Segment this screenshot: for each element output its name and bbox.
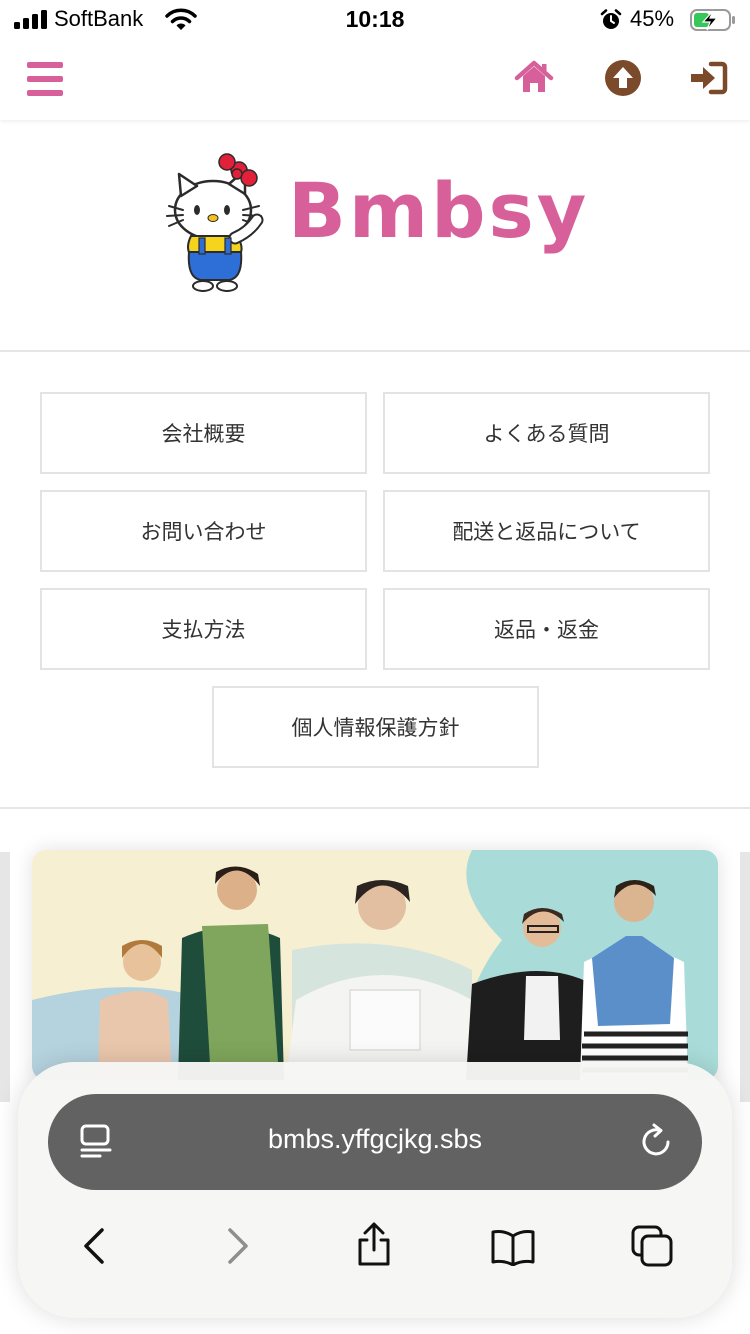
hello-kitty-mascot [166, 153, 264, 292]
link-refund[interactable]: 返品・返金 [383, 588, 710, 670]
battery-charging-icon [690, 9, 735, 31]
back-icon[interactable] [80, 1226, 108, 1266]
menu-icon[interactable] [27, 62, 63, 96]
banner-next-peek [740, 852, 750, 1102]
address-bar[interactable]: bmbs.yffgcjkg.sbs [48, 1094, 702, 1190]
arrow-up-circle-icon[interactable] [603, 58, 643, 98]
link-company-overview[interactable]: 会社概要 [40, 392, 367, 474]
link-shipping-returns[interactable]: 配送と返品について [383, 490, 710, 572]
share-icon[interactable] [354, 1220, 394, 1268]
sign-in-icon[interactable] [689, 58, 729, 98]
cellular-signal-icon [14, 10, 48, 29]
site-header [0, 42, 750, 120]
battery-percentage: 45% [630, 6, 675, 31]
promo-banner[interactable] [32, 850, 718, 1080]
link-privacy-policy[interactable]: 個人情報保護方針 [212, 686, 539, 768]
banner-prev-peek [0, 852, 10, 1102]
wifi-icon [165, 8, 197, 30]
alarm-icon [600, 9, 622, 29]
link-contact[interactable]: お問い合わせ [40, 490, 367, 572]
link-payment-methods[interactable]: 支払方法 [40, 588, 367, 670]
divider [0, 350, 750, 352]
reload-icon[interactable] [640, 1122, 674, 1158]
link-faq[interactable]: よくある質問 [383, 392, 710, 474]
fashion-models-image [32, 850, 718, 1080]
forward-icon[interactable] [224, 1226, 252, 1266]
tabs-icon[interactable] [630, 1224, 674, 1268]
url-text: bmbs.yffgcjkg.sbs [267, 1124, 483, 1154]
carrier-name: SoftBank [54, 6, 144, 31]
page-menu-icon[interactable] [80, 1124, 112, 1158]
divider [0, 807, 750, 809]
bookmarks-icon[interactable] [490, 1228, 536, 1266]
home-icon[interactable] [514, 58, 554, 98]
site-logo[interactable]: Bmbsy [0, 122, 750, 350]
brand-name: Bmbsy [288, 166, 590, 255]
status-bar: SoftBank 10:18 45% [0, 0, 750, 42]
